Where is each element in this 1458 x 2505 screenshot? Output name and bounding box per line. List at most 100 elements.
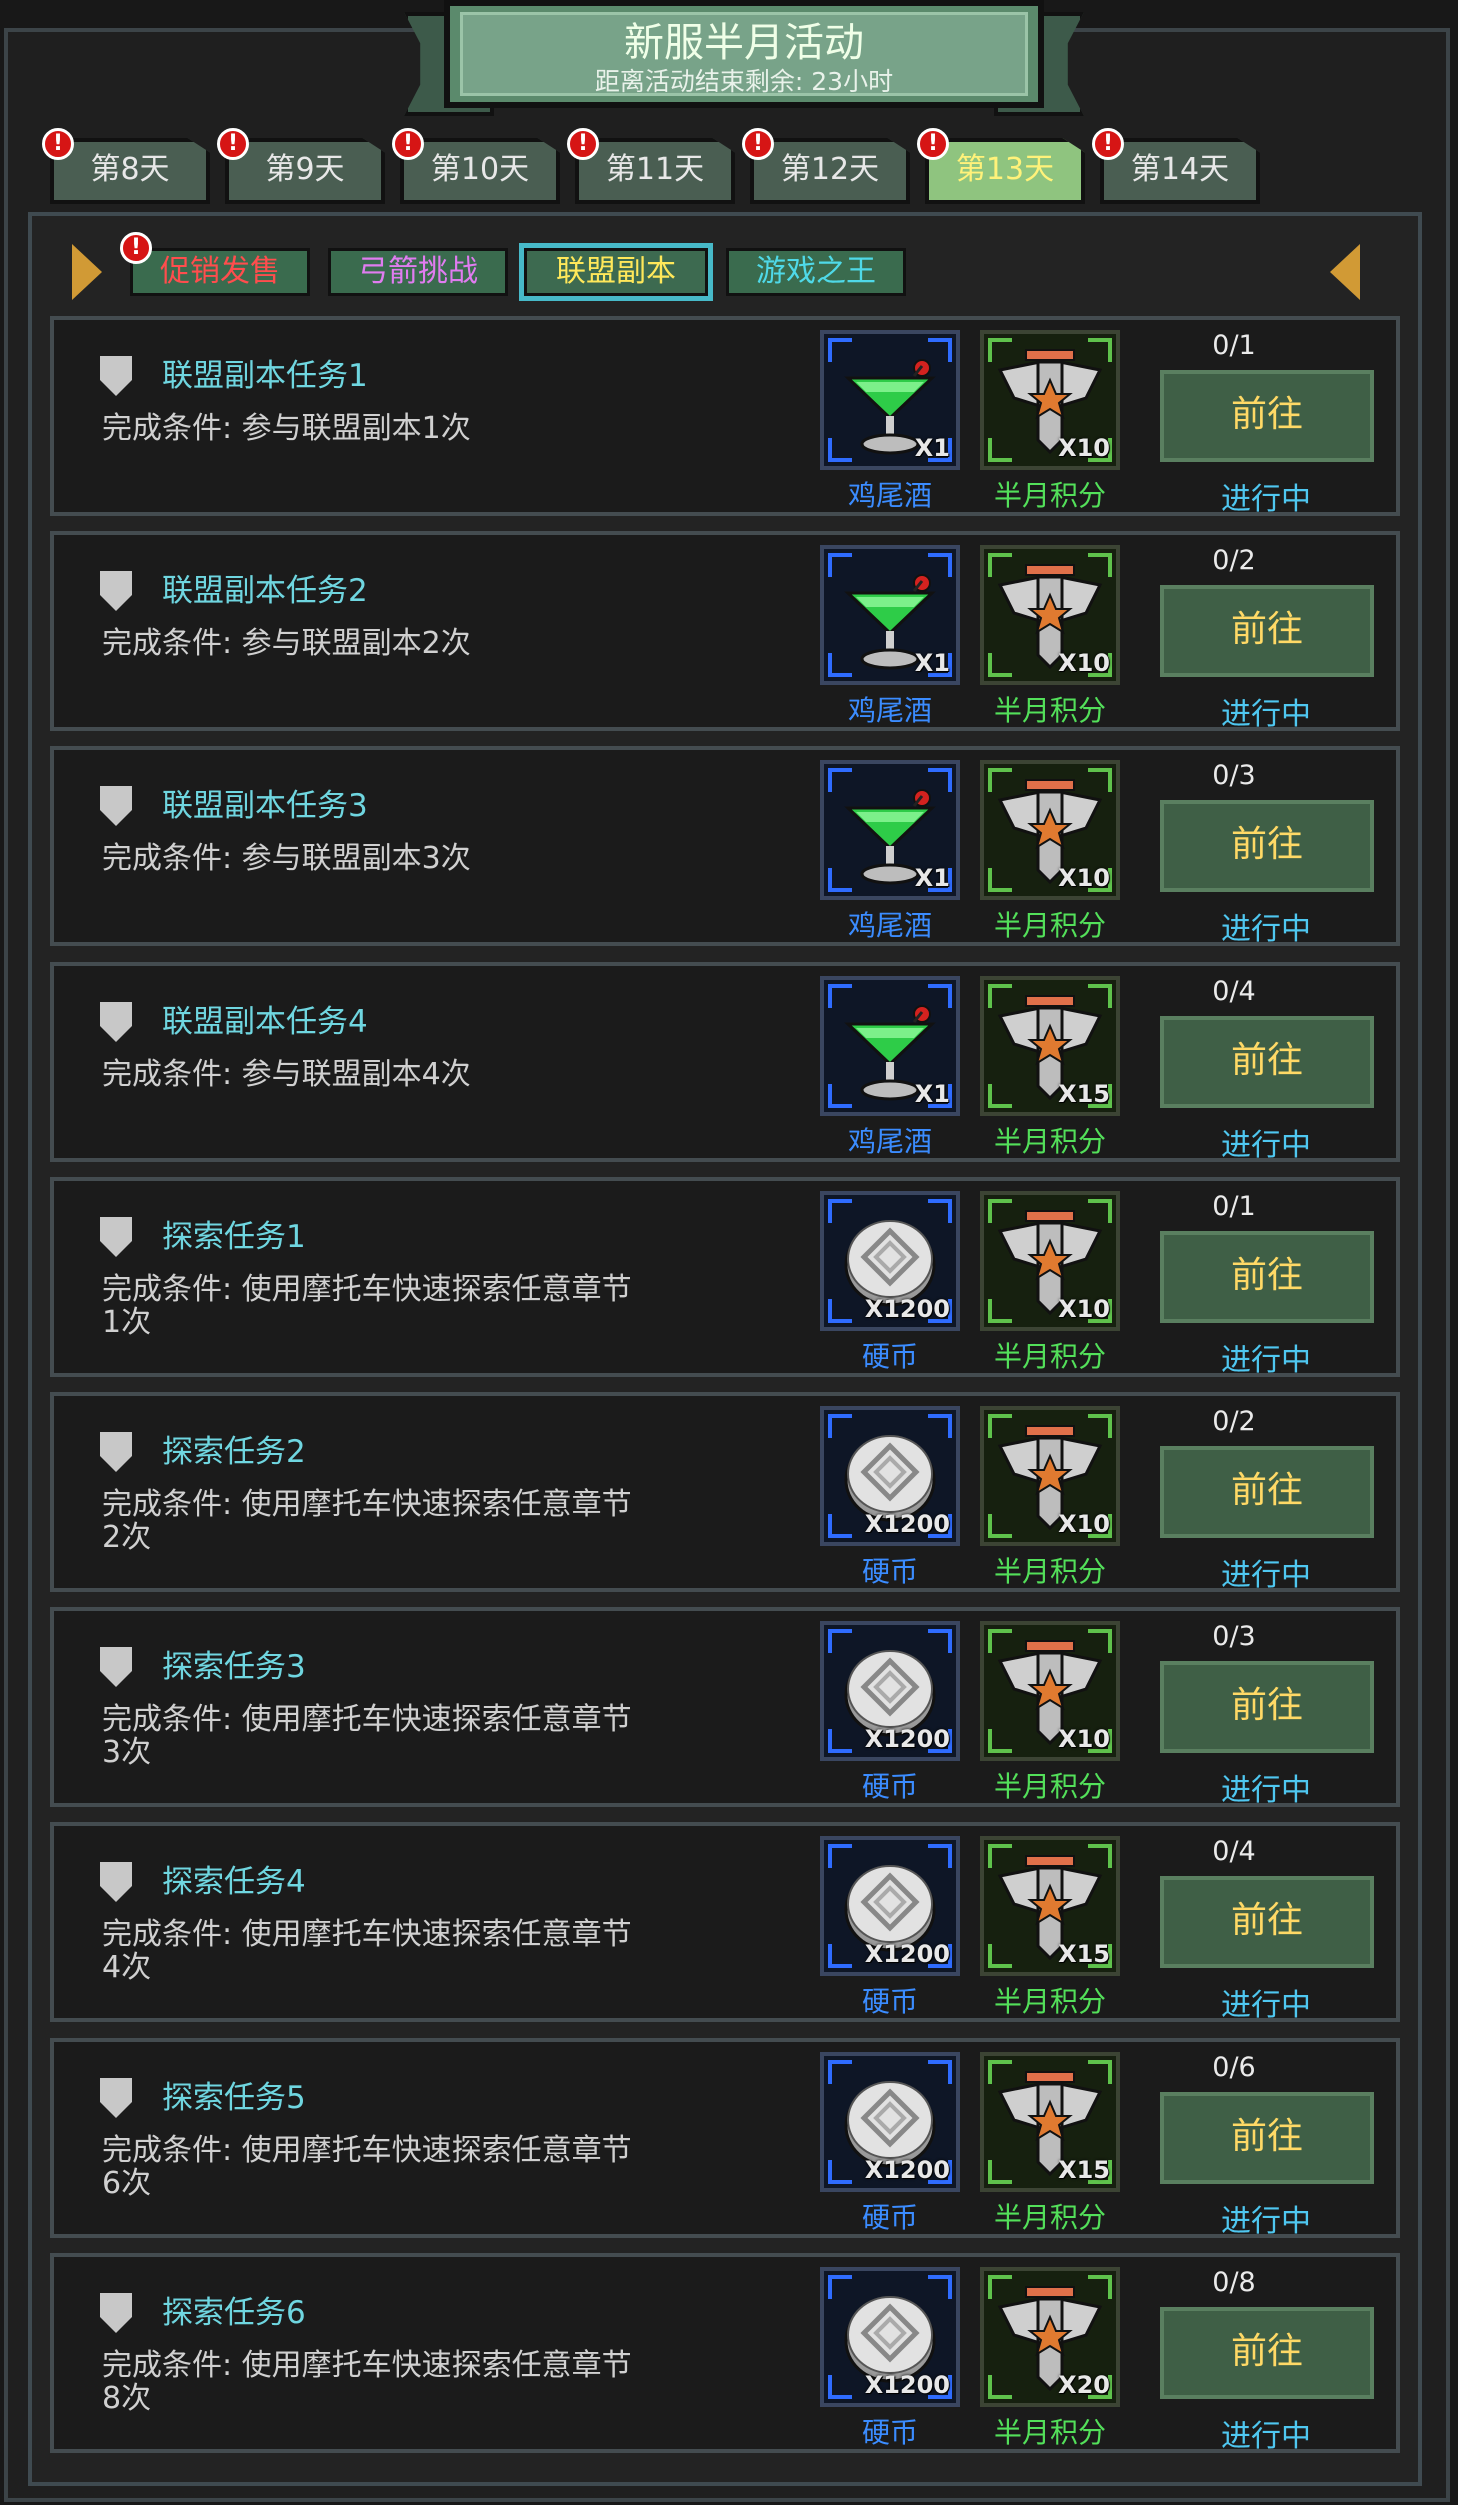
go-button[interactable]: 前往 bbox=[1160, 370, 1374, 462]
alert-badge-icon: ! bbox=[120, 232, 152, 264]
reward-quantity: X1 bbox=[914, 649, 950, 677]
category-tab[interactable]: 游戏之王 bbox=[726, 248, 906, 296]
go-button[interactable]: 前往 bbox=[1160, 1446, 1374, 1538]
reward-quantity: X10 bbox=[1058, 864, 1110, 892]
task-row: 探索任务4 完成条件: 使用摩托车快速探索任意章节4次 X1200 硬币 X15 半月积分… bbox=[50, 1822, 1400, 2023]
reward-slot[interactable]: X10 bbox=[980, 1621, 1120, 1761]
task-condition: 完成条件: 参与联盟副本4次 bbox=[102, 1057, 471, 1092]
reward-quantity: X1200 bbox=[864, 2371, 950, 2399]
reward-slot[interactable]: X15 bbox=[980, 976, 1120, 1116]
task-title: 探索任务2 bbox=[162, 1434, 306, 1470]
go-button[interactable]: 前往 bbox=[1160, 1661, 1374, 1753]
scroll-right-arrow-icon[interactable] bbox=[1330, 244, 1360, 300]
reward-slot[interactable]: X1200 bbox=[820, 1191, 960, 1331]
reward-label: 半月积分 bbox=[993, 1985, 1106, 2018]
reward-slot[interactable]: X15 bbox=[980, 2052, 1120, 2192]
alert-badge-icon: ! bbox=[1092, 128, 1124, 160]
category-tab[interactable]: 联盟副本 bbox=[519, 243, 713, 301]
day-tab[interactable]: 第8天 bbox=[50, 138, 210, 204]
task-status: 进行中 bbox=[1221, 1558, 1311, 1593]
task-progress: 0/2 bbox=[1212, 545, 1256, 576]
category-tab[interactable]: 弓箭挑战 bbox=[328, 248, 508, 296]
reward-slot[interactable]: X1200 bbox=[820, 2267, 960, 2407]
reward-slot[interactable]: X1200 bbox=[820, 1836, 960, 1976]
reward-label: 硬币 bbox=[861, 2416, 918, 2449]
reward-quantity: X15 bbox=[1058, 1940, 1110, 1968]
go-button[interactable]: 前往 bbox=[1160, 1876, 1374, 1968]
day-tab[interactable]: 第13天 bbox=[925, 138, 1085, 204]
reward-quantity: X1200 bbox=[864, 1940, 950, 1968]
day-tab[interactable]: 第11天 bbox=[575, 138, 735, 204]
shield-icon bbox=[100, 786, 132, 826]
task-condition: 完成条件: 参与联盟副本2次 bbox=[102, 626, 471, 661]
reward-label: 鸡尾酒 bbox=[847, 1125, 932, 1158]
task-progress: 0/8 bbox=[1212, 2267, 1256, 2298]
reward-quantity: X1 bbox=[914, 864, 950, 892]
day-tab[interactable]: 第10天 bbox=[400, 138, 560, 204]
reward-quantity: X1200 bbox=[864, 1295, 950, 1323]
go-button[interactable]: 前往 bbox=[1160, 1231, 1374, 1323]
reward-label: 半月积分 bbox=[993, 694, 1106, 727]
go-button[interactable]: 前往 bbox=[1160, 2092, 1374, 2184]
alert-badge-icon: ! bbox=[917, 128, 949, 160]
go-button[interactable]: 前往 bbox=[1160, 800, 1374, 892]
reward-slot[interactable]: X1 bbox=[820, 545, 960, 685]
task-status: 进行中 bbox=[1221, 2419, 1311, 2454]
task-condition: 完成条件: 参与联盟副本1次 bbox=[102, 411, 471, 446]
alert-badge-icon: ! bbox=[567, 128, 599, 160]
task-progress: 0/3 bbox=[1212, 1621, 1256, 1652]
reward-label: 半月积分 bbox=[993, 909, 1106, 942]
task-status: 进行中 bbox=[1221, 2204, 1311, 2239]
shield-icon bbox=[100, 2078, 132, 2118]
reward-slot[interactable]: X1 bbox=[820, 330, 960, 470]
reward-slot[interactable]: X10 bbox=[980, 545, 1120, 685]
category-tab[interactable]: 促销发售 bbox=[130, 248, 310, 296]
go-button[interactable]: 前往 bbox=[1160, 1016, 1374, 1108]
reward-label: 半月积分 bbox=[993, 2201, 1106, 2234]
reward-label: 硬币 bbox=[861, 1985, 918, 2018]
shield-icon bbox=[100, 1862, 132, 1902]
alert-badge-icon: ! bbox=[217, 128, 249, 160]
task-condition: 完成条件: 参与联盟副本3次 bbox=[102, 841, 471, 876]
go-button[interactable]: 前往 bbox=[1160, 2307, 1374, 2399]
reward-slot[interactable]: X10 bbox=[980, 330, 1120, 470]
task-condition: 完成条件: 使用摩托车快速探索任意章节8次 bbox=[102, 2348, 632, 2416]
day-tab[interactable]: 第12天 bbox=[750, 138, 910, 204]
reward-label: 半月积分 bbox=[993, 1770, 1106, 1803]
reward-slot[interactable]: X15 bbox=[980, 1836, 1120, 1976]
reward-slot[interactable]: X10 bbox=[980, 1191, 1120, 1331]
reward-label: 半月积分 bbox=[993, 1340, 1106, 1373]
shield-icon bbox=[100, 2293, 132, 2333]
reward-slot[interactable]: X10 bbox=[980, 1406, 1120, 1546]
task-condition: 完成条件: 使用摩托车快速探索任意章节2次 bbox=[102, 1487, 632, 1555]
reward-slot[interactable]: X1 bbox=[820, 760, 960, 900]
shield-icon bbox=[100, 1217, 132, 1257]
day-tab[interactable]: 第9天 bbox=[225, 138, 385, 204]
reward-slot[interactable]: X10 bbox=[980, 760, 1120, 900]
task-status: 进行中 bbox=[1221, 912, 1311, 947]
scroll-left-arrow-icon[interactable] bbox=[72, 244, 102, 300]
task-title: 联盟副本任务2 bbox=[162, 573, 368, 609]
reward-slot[interactable]: X20 bbox=[980, 2267, 1120, 2407]
reward-slot[interactable]: X1 bbox=[820, 976, 960, 1116]
alert-badge-icon: ! bbox=[392, 128, 424, 160]
activity-header: 新服半月活动 距离活动结束剩余: 23小时 bbox=[404, 0, 1084, 124]
task-row: 探索任务5 完成条件: 使用摩托车快速探索任意章节6次 X1200 硬币 X15 半月积分… bbox=[50, 2038, 1400, 2239]
day-tab[interactable]: 第14天 bbox=[1100, 138, 1260, 204]
task-row: 探索任务6 完成条件: 使用摩托车快速探索任意章节8次 X1200 硬币 X20 半月积分… bbox=[50, 2253, 1400, 2454]
task-condition: 完成条件: 使用摩托车快速探索任意章节1次 bbox=[102, 1272, 632, 1340]
go-button[interactable]: 前往 bbox=[1160, 585, 1374, 677]
reward-quantity: X10 bbox=[1058, 1725, 1110, 1753]
reward-slot[interactable]: X1200 bbox=[820, 2052, 960, 2192]
shield-icon bbox=[100, 1002, 132, 1042]
task-condition: 完成条件: 使用摩托车快速探索任意章节3次 bbox=[102, 1702, 632, 1770]
task-progress: 0/4 bbox=[1212, 976, 1256, 1007]
reward-quantity: X1200 bbox=[864, 1510, 950, 1538]
task-condition: 完成条件: 使用摩托车快速探索任意章节6次 bbox=[102, 2133, 632, 2201]
reward-slot[interactable]: X1200 bbox=[820, 1621, 960, 1761]
task-progress: 0/1 bbox=[1212, 1191, 1256, 1222]
reward-slot[interactable]: X1200 bbox=[820, 1406, 960, 1546]
task-title: 联盟副本任务1 bbox=[162, 358, 368, 394]
task-progress: 0/3 bbox=[1212, 760, 1256, 791]
reward-label: 半月积分 bbox=[993, 479, 1106, 512]
